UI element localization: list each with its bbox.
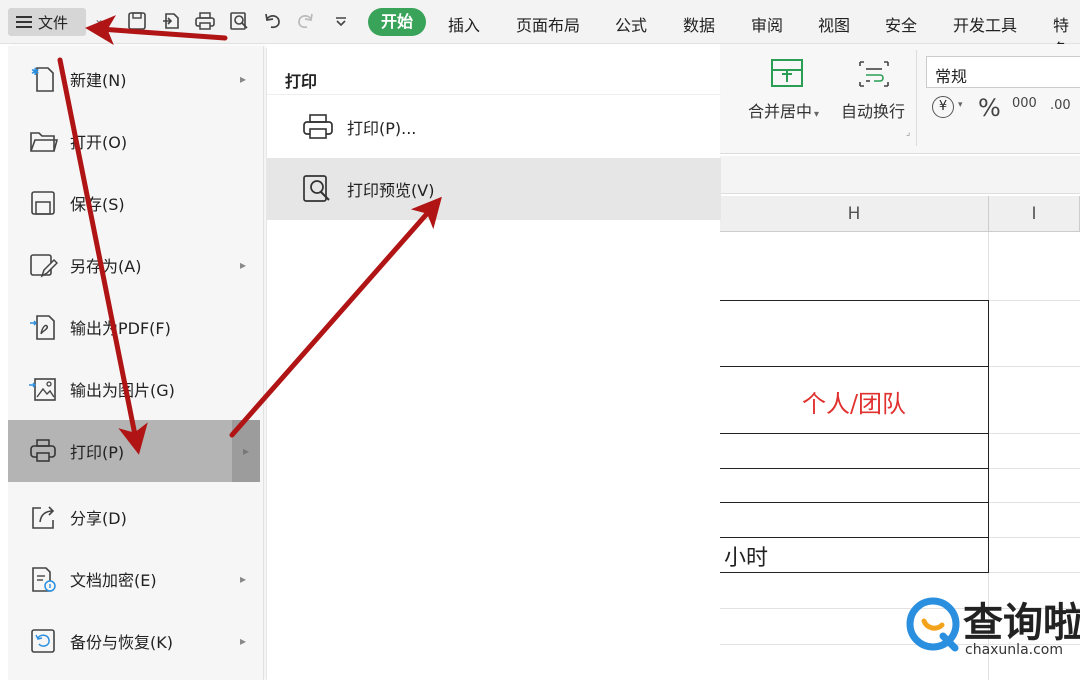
save-as-icon <box>30 254 58 278</box>
formula-bar[interactable] <box>720 156 1080 194</box>
tab-page-layout[interactable]: 页面布局 <box>516 12 580 36</box>
cell-text-team: 个人/团队 <box>801 390 907 418</box>
wrap-text-icon <box>859 61 889 87</box>
menu-item-label: 文档加密(E) <box>70 571 157 590</box>
file-menu-label: 文件 <box>38 13 69 32</box>
number-format-value: 常规 <box>935 67 968 86</box>
chevron-right-icon: ▸ <box>232 420 260 482</box>
save-icon[interactable] <box>126 10 148 32</box>
save-icon <box>31 191 55 215</box>
hamburger-icon <box>16 16 32 28</box>
svg-text:✱: ✱ <box>31 67 39 78</box>
redo-icon[interactable] <box>294 10 316 32</box>
table-cell[interactable] <box>718 300 989 367</box>
merge-center-icon <box>771 59 803 87</box>
menu-item-save[interactable]: 保存(S) <box>8 172 260 234</box>
tab-review[interactable]: 审阅 <box>751 12 783 36</box>
submenu-item-print[interactable]: 打印(P)... <box>267 96 721 158</box>
tab-formulas[interactable]: 公式 <box>615 12 647 36</box>
menu-item-label: 保存(S) <box>70 195 125 214</box>
cell-text-hours: 小时 <box>724 546 769 571</box>
chevron-right-icon: ▸ <box>239 634 246 648</box>
menu-item-label: 另存为(A) <box>70 257 142 276</box>
tab-insert[interactable]: 插入 <box>448 12 480 36</box>
chevron-down-icon: ▾ <box>814 109 820 120</box>
wrap-text-button[interactable]: 自动换行 <box>841 98 905 122</box>
menu-item-backup[interactable]: 备份与恢复(K) ▸ <box>8 610 260 672</box>
file-menu-panel: ✱ 新建(N) ▸ 打开(O) 保存(S) 另存为(A) ▸ 输出为PDF(F) <box>8 46 264 680</box>
tab-security[interactable]: 安全 <box>885 12 917 36</box>
menu-item-open[interactable]: 打开(O) <box>8 110 260 172</box>
folder-icon <box>30 132 58 152</box>
chevron-right-icon: ▸ <box>239 572 246 586</box>
menu-item-export-pdf[interactable]: 输出为PDF(F) <box>8 296 260 358</box>
encrypt-icon <box>32 567 56 592</box>
print-icon <box>303 114 333 139</box>
tab-developer[interactable]: 开发工具 <box>953 12 1017 36</box>
decimal-button[interactable]: .00 <box>1050 98 1071 113</box>
export-icon[interactable] <box>160 10 182 32</box>
menu-item-label: 新建(N) <box>70 71 127 90</box>
menu-item-label: 分享(D) <box>70 509 127 528</box>
chevron-right-icon: ▸ <box>239 258 246 272</box>
submenu-item-label: 打印(P)... <box>347 119 417 138</box>
currency-symbol: ¥ <box>938 99 948 114</box>
number-format-select[interactable]: 常规 <box>926 56 1080 88</box>
percent-button[interactable]: % <box>978 94 1001 122</box>
watermark-title: 查询啦 <box>963 600 1080 646</box>
column-header-i[interactable]: I <box>989 196 1080 232</box>
currency-button[interactable]: ¥ <box>932 96 954 118</box>
submenu-title: 打印 <box>285 72 318 91</box>
chevron-down-icon: ⌄ <box>94 12 105 26</box>
more-icon[interactable] <box>330 10 352 32</box>
table-cell[interactable] <box>718 468 989 503</box>
menu-item-label: 打印(P) <box>70 443 125 462</box>
menu-bar: 文件 ⌄ 开始 插入 页面布局 公式 数据 审阅 视图 安全 开发工具 特色 <box>0 0 1080 59</box>
share-icon <box>32 506 55 529</box>
table-cell[interactable] <box>718 433 989 469</box>
ribbon-divider <box>916 50 917 146</box>
menu-item-share[interactable]: 分享(D) <box>8 486 260 548</box>
backup-icon <box>31 629 55 653</box>
submenu-item-print-preview[interactable]: 打印预览(V) <box>267 158 721 220</box>
menu-item-print[interactable]: 打印(P) ▸ <box>8 420 260 482</box>
menu-item-label: 输出为图片(G) <box>70 381 175 400</box>
thousands-button[interactable]: 000 <box>1012 96 1037 111</box>
menu-item-save-as[interactable]: 另存为(A) ▸ <box>8 234 260 296</box>
column-header-h[interactable]: H <box>720 196 989 232</box>
tab-view[interactable]: 视图 <box>818 12 850 36</box>
menu-item-new[interactable]: ✱ 新建(N) ▸ <box>8 48 260 110</box>
menu-item-label: 备份与恢复(K) <box>70 633 173 652</box>
table-cell[interactable] <box>718 502 989 538</box>
divider <box>267 94 721 95</box>
tab-home[interactable]: 开始 <box>368 8 426 36</box>
new-file-icon: ✱ <box>31 67 54 92</box>
menu-item-encrypt[interactable]: 文档加密(E) ▸ <box>8 548 260 610</box>
chevron-right-icon: ▸ <box>239 72 246 86</box>
menu-item-label: 打开(O) <box>70 133 128 152</box>
ribbon: 合并居中 ▾ 自动换行 ⌟ 常规 ¥ ▾ % 000 .00 <box>720 44 1080 154</box>
menu-item-label: 输出为PDF(F) <box>70 319 171 338</box>
pdf-icon <box>30 315 55 340</box>
merge-center-button[interactable]: 合并居中 ▾ <box>748 98 819 122</box>
menu-item-export-image[interactable]: 输出为图片(G) <box>8 358 260 420</box>
chevron-down-icon[interactable]: ▾ <box>958 100 963 110</box>
watermark-url: chaxunla.com <box>965 642 1063 658</box>
watermark: 查询啦 chaxunla.com <box>905 596 1080 662</box>
print-preview-icon[interactable] <box>228 10 250 32</box>
dialog-launcher-icon[interactable]: ⌟ <box>906 128 910 138</box>
file-menu-button[interactable]: 文件 ⌄ <box>8 8 104 36</box>
print-icon <box>30 439 56 462</box>
print-preview-icon <box>303 175 330 202</box>
tab-data[interactable]: 数据 <box>683 12 715 36</box>
image-icon <box>29 378 56 401</box>
merge-center-label: 合并居中 <box>748 102 813 121</box>
undo-icon[interactable] <box>262 10 284 32</box>
watermark-logo-icon <box>906 597 960 652</box>
print-icon[interactable] <box>194 10 216 32</box>
submenu-item-label: 打印预览(V) <box>347 181 435 200</box>
print-submenu: 打印 打印(P)... 打印预览(V) <box>266 48 721 680</box>
